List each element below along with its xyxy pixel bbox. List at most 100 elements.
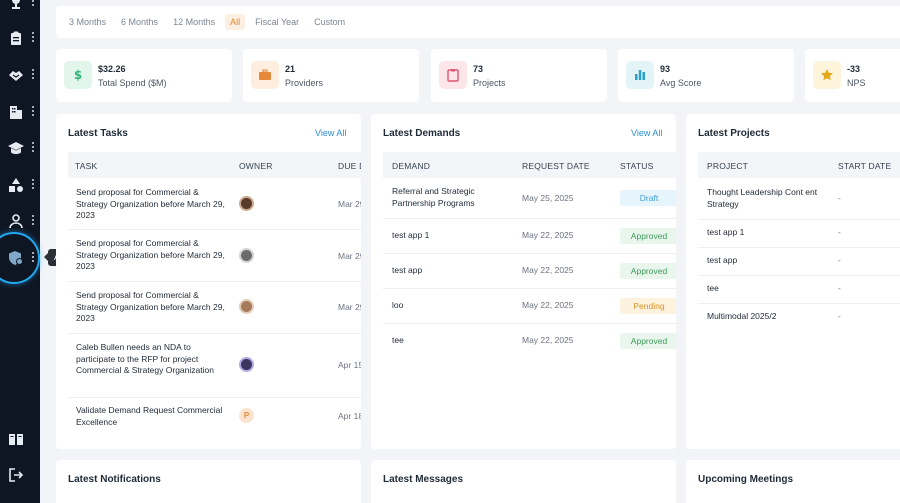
trophy-icon (12, 0, 20, 9)
table-row[interactable]: Send proposal for Commercial & Strategy … (68, 178, 361, 230)
building-icon (10, 106, 22, 119)
start-date: - (838, 283, 841, 293)
panel-title: Latest Demands (383, 128, 461, 139)
demand-name: loo (392, 300, 404, 310)
avatar: P (239, 408, 254, 423)
table-row[interactable]: Send proposal for Commercial & Strategy … (68, 282, 361, 334)
kpi-value: 73 (473, 64, 484, 74)
range-3-months[interactable]: 3 Months (64, 14, 111, 30)
range-all[interactable]: All (225, 14, 246, 30)
kpi-projects: 73 Projects (431, 49, 607, 102)
start-date: - (838, 227, 841, 237)
table-row[interactable]: test app May 22, 2025 Approved (383, 254, 676, 289)
sidebar-item-docs[interactable] (8, 429, 38, 449)
more-icon[interactable] (32, 215, 35, 227)
demand-name: tee (392, 335, 404, 345)
more-icon[interactable] (32, 32, 35, 44)
kpi-avg-score: 93 Avg Score (618, 49, 794, 102)
handshake-icon (9, 71, 23, 81)
panel-title: Latest Messages (383, 474, 464, 485)
due-date: Mar 29, 2023 (338, 251, 361, 261)
demand-name: Referral and Strategic Partnership Progr… (392, 186, 475, 208)
start-date: - (838, 255, 841, 265)
sidebar-item-logout[interactable] (8, 465, 38, 485)
graduation-cap-icon (8, 142, 24, 154)
avatar (239, 299, 254, 314)
sidebar-item-tasks[interactable] (8, 28, 38, 48)
start-date: - (838, 193, 841, 203)
more-icon[interactable] (32, 69, 35, 81)
table-row[interactable]: tee May 22, 2025 Approved (383, 324, 676, 359)
table-row[interactable]: test app 1 May 22, 2025 Approved (383, 219, 676, 254)
range-12-months[interactable]: 12 Months (168, 14, 220, 30)
task-name: Send proposal for Commercial & Strategy … (76, 238, 225, 271)
range-fiscal-year[interactable]: Fiscal Year (250, 14, 304, 30)
project-name: Multimodal 2025/2 (707, 311, 777, 321)
range-custom[interactable]: Custom (309, 14, 350, 30)
briefcase-icon (251, 61, 279, 89)
book-icon (9, 434, 23, 445)
project-name: Thought Leadership Cont ent Strategy (707, 187, 818, 209)
column-header: STATUS (620, 161, 654, 171)
kpi-value: $32.26 (98, 64, 126, 74)
table-row[interactable]: test app 1 - (698, 220, 900, 248)
request-date: May 22, 2025 (522, 265, 574, 275)
sidebar-item-admin[interactable] (8, 248, 38, 268)
status-badge: Pending (620, 298, 676, 314)
kpi-value: 93 (660, 64, 671, 74)
project-name: test app (707, 255, 738, 265)
range-6-months[interactable]: 6 Months (116, 14, 163, 30)
table-row[interactable]: Referral and Strategic Partnership Progr… (383, 178, 676, 219)
sidebar-item-awards[interactable] (8, 0, 38, 12)
more-icon[interactable] (32, 179, 35, 191)
table-row[interactable]: loo May 22, 2025 Pending (383, 289, 676, 324)
task-name: Validate Demand Request Commercial Excel… (76, 405, 223, 427)
table-header: TASK OWNER DUE DATE (68, 152, 361, 178)
bar-chart-icon (626, 61, 654, 89)
column-header: TASK (75, 161, 98, 171)
more-icon[interactable] (32, 106, 35, 118)
table-header: DEMAND REQUEST DATE STATUS (383, 152, 676, 178)
column-header: DUE DATE (338, 161, 361, 171)
column-header: START DATE (838, 161, 892, 171)
sidebar-item-partners[interactable] (8, 65, 38, 85)
more-icon[interactable] (32, 252, 35, 264)
view-all-tasks-link[interactable]: View All (315, 128, 346, 138)
request-date: May 25, 2025 (522, 193, 574, 203)
table-row[interactable]: test app - (698, 248, 900, 276)
table-header: PROJECT START DATE (698, 152, 900, 178)
kpi-nps: -33 NPS (805, 49, 900, 102)
kpi-label: Total Spend ($M) (98, 78, 167, 88)
logout-icon (9, 468, 24, 482)
column-header: REQUEST DATE (522, 161, 590, 171)
more-icon[interactable] (32, 0, 35, 8)
sidebar-item-users[interactable] (8, 211, 38, 231)
svg-text:$: $ (74, 68, 82, 82)
kpi-label: Providers (285, 78, 324, 88)
sidebar-item-categories[interactable] (8, 175, 38, 195)
time-range-filter: 3 Months 6 Months 12 Months All Fiscal Y… (56, 6, 900, 38)
sidebar-item-organizations[interactable] (8, 102, 38, 122)
task-name: Caleb Bullen needs an NDA to participate… (76, 342, 214, 375)
avatar (239, 196, 254, 211)
dollar-icon: $ (64, 61, 92, 89)
table-row[interactable]: Caleb Bullen needs an NDA to participate… (68, 334, 361, 398)
sidebar (0, 0, 40, 503)
due-date: Mar 29, 2023 (338, 302, 361, 312)
table-row[interactable]: Send proposal for Commercial & Strategy … (68, 230, 361, 282)
table-row[interactable]: Validate Demand Request Commercial Excel… (68, 398, 361, 438)
panel-title: Latest Tasks (68, 128, 128, 139)
table-row[interactable]: Thought Leadership Cont ent Strategy - (698, 178, 900, 220)
demand-name: test app (392, 265, 423, 275)
sidebar-item-learning[interactable] (8, 138, 38, 158)
view-all-demands-link[interactable]: View All (631, 128, 662, 138)
latest-demands-panel: Latest Demands View All DEMAND REQUEST D… (371, 114, 676, 449)
latest-notifications-panel: Latest Notifications (56, 460, 361, 503)
task-name: Send proposal for Commercial & Strategy … (76, 187, 225, 220)
table-row[interactable]: Multimodal 2025/2 - (698, 304, 900, 332)
more-icon[interactable] (32, 142, 35, 154)
status-badge: Approved (620, 228, 676, 244)
table-row[interactable]: tee - (698, 276, 900, 304)
due-date: Apr 18, 2023 (338, 411, 361, 421)
avatar (239, 357, 254, 372)
